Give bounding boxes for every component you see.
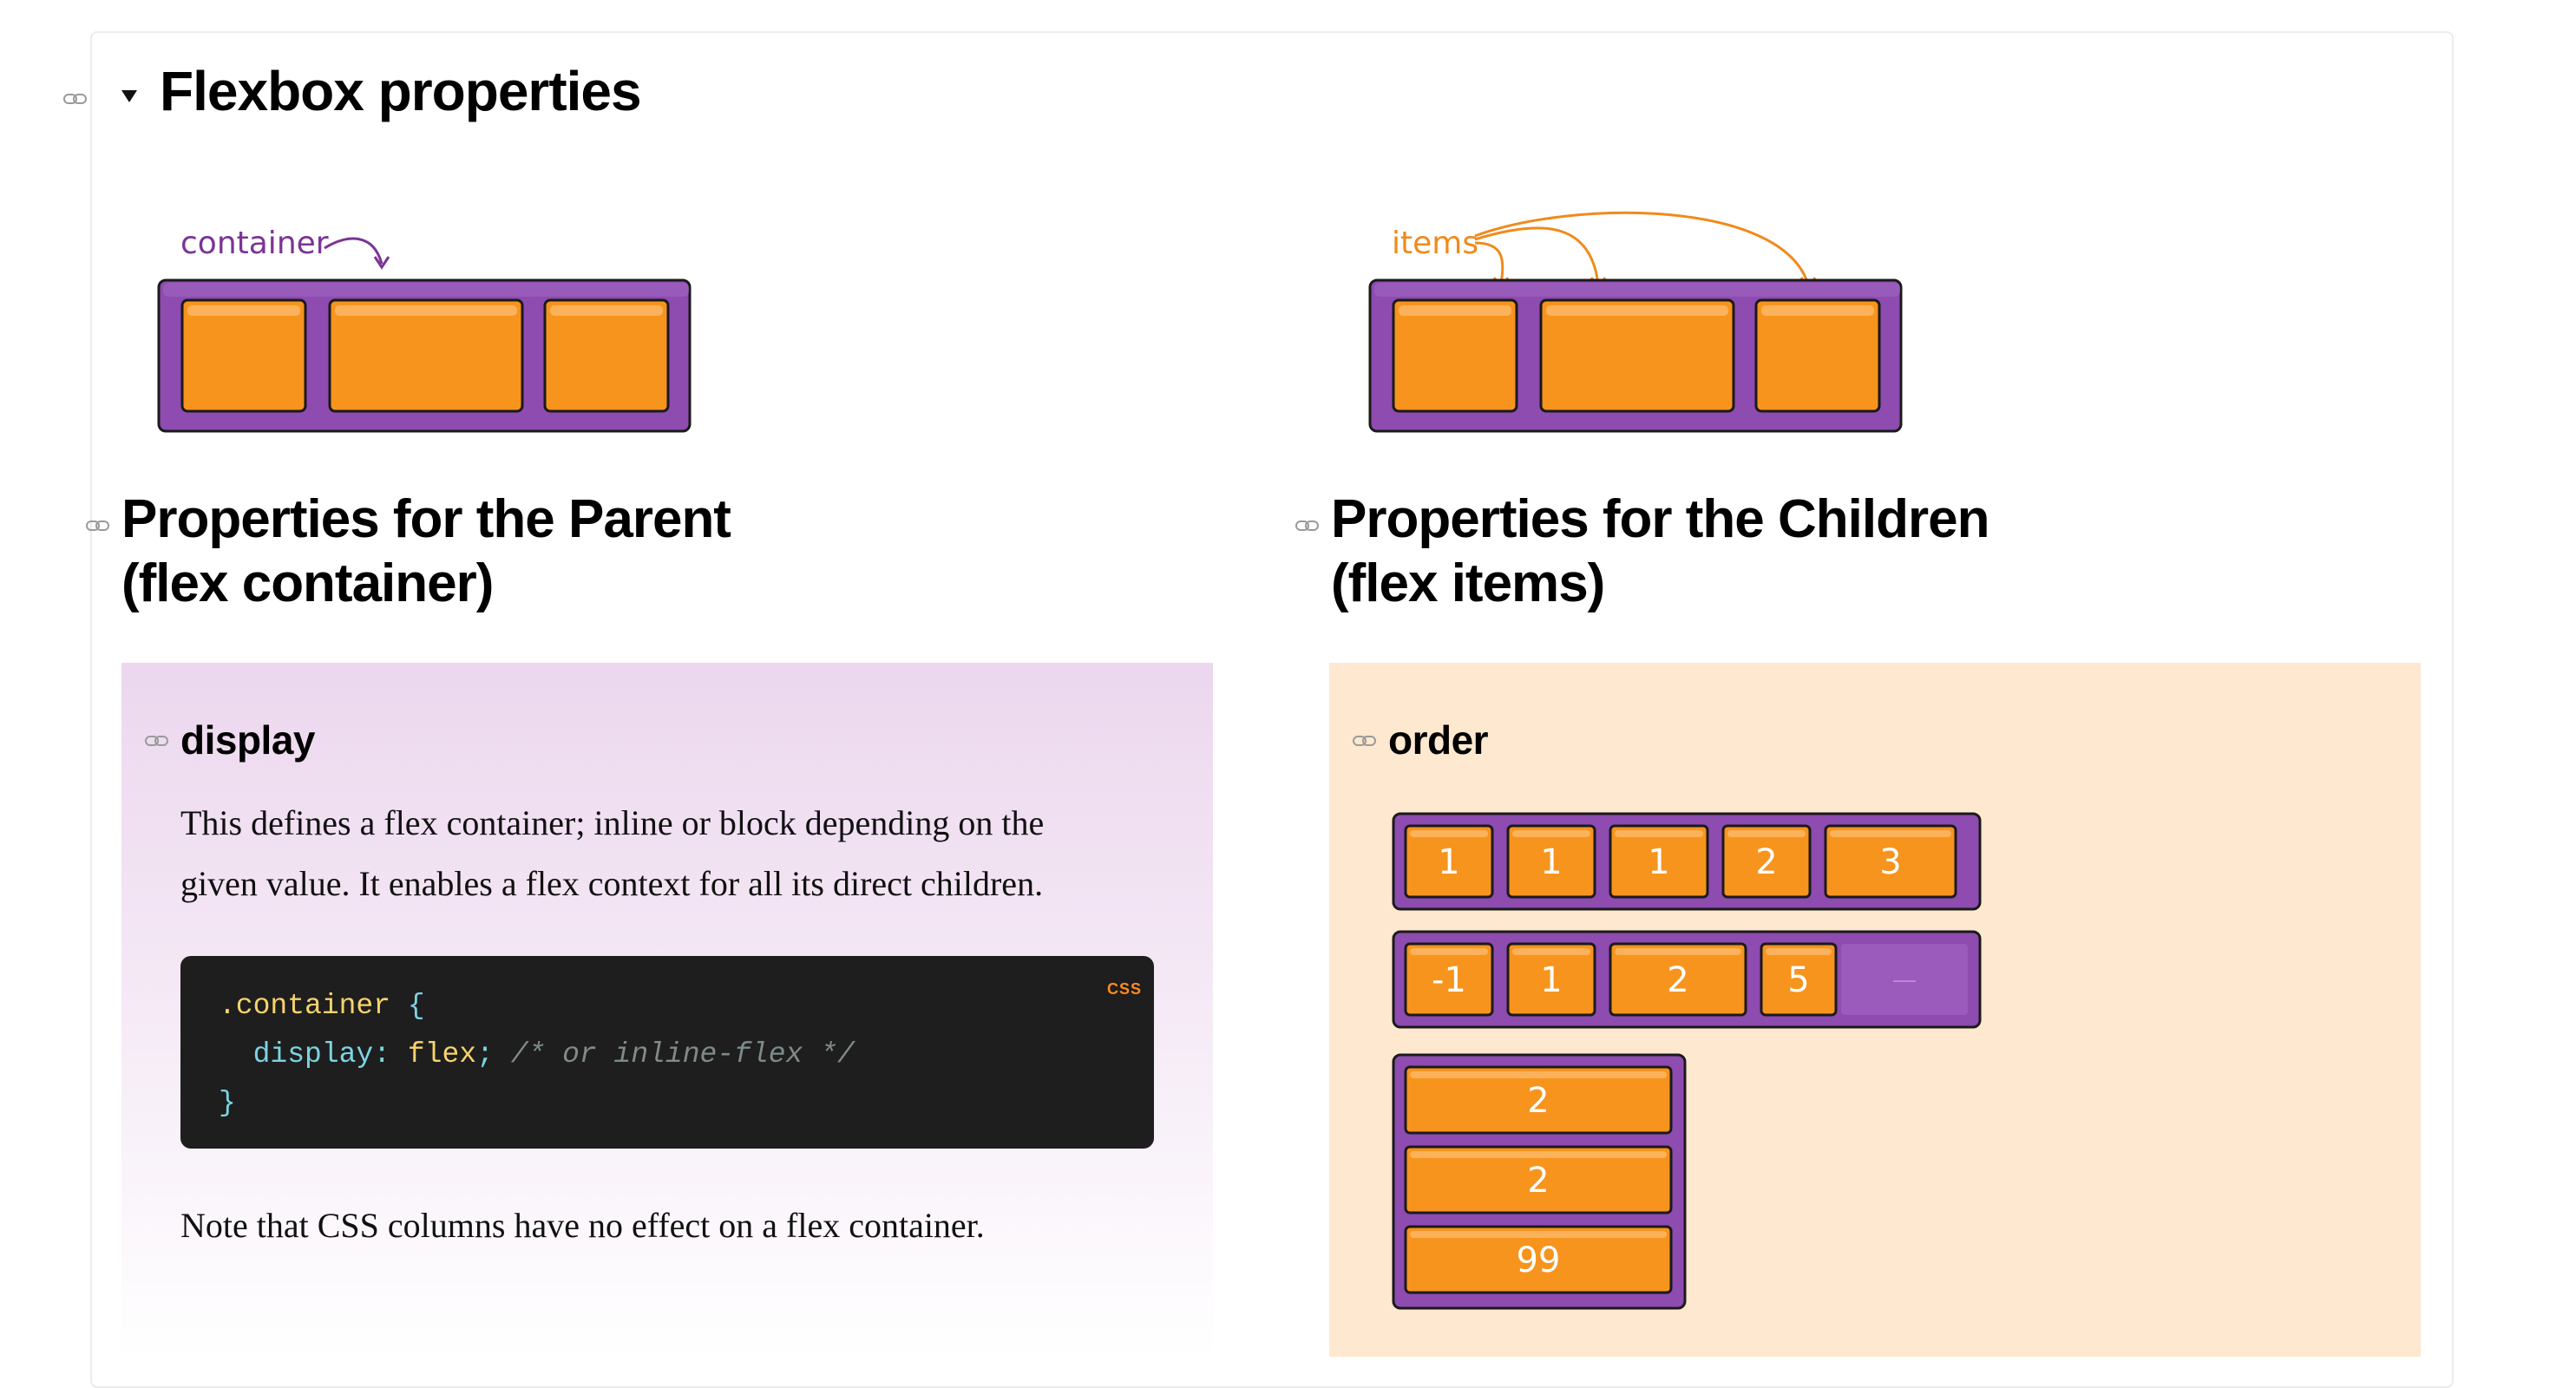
order-row1-item-label: 3 (1879, 842, 1901, 882)
display-description: This defines a flex container; inline or… (180, 793, 1178, 914)
order-row1-item-highlight (1615, 830, 1703, 837)
parent-properties-heading: Properties for the Parent (flex containe… (121, 488, 731, 616)
code-selector: .container (219, 990, 391, 1022)
link-icon[interactable] (144, 732, 170, 750)
container-arrow-icon (324, 237, 390, 270)
section-title[interactable]: Flexbox properties (121, 59, 642, 123)
display-note: Note that CSS columns have no effect on … (180, 1206, 985, 1245)
order-column-item-highlight (1410, 1231, 1667, 1238)
container-label: container (180, 226, 329, 261)
order-row2-item-label: 5 (1787, 960, 1809, 1000)
order-row2-item-highlight (1512, 948, 1590, 955)
code-comment: /* or inline-flex */ (510, 1038, 855, 1070)
display-heading: display (180, 717, 316, 763)
code-language-badge: CSS (1106, 980, 1142, 998)
order-panel: order 1 1 1 2 3 -1 1 2 5 2 2 99 (1329, 663, 2421, 1357)
link-icon[interactable] (62, 90, 88, 108)
code-close-brace: } (219, 1087, 236, 1119)
children-heading-line2: (flex items) (1331, 553, 1605, 613)
order-heading: order (1388, 717, 1489, 763)
order-row2-empty-space (1841, 944, 1968, 1015)
code-colon: : (373, 1038, 391, 1070)
code-open-brace: { (407, 990, 425, 1022)
order-row2-item-label: 1 (1540, 960, 1562, 1000)
display-panel: display This defines a flex container; i… (121, 663, 1213, 1357)
code-property: display (252, 1038, 374, 1070)
order-row2-item-highlight (1615, 948, 1741, 955)
link-icon[interactable] (1352, 732, 1378, 750)
order-diagram: 1 1 1 2 3 -1 1 2 5 2 2 99 (1392, 812, 1982, 1310)
collapse-caret-icon[interactable] (121, 90, 137, 102)
display-code-block: CSS .container { display: flex; /* or in… (180, 956, 1154, 1149)
order-row1-item-highlight (1512, 830, 1590, 837)
display-description-line2: given value. It enables a flex context f… (180, 864, 1044, 903)
section-title-text: Flexbox properties (160, 60, 642, 122)
order-row2-item-highlight (1766, 948, 1832, 955)
children-properties-heading: Properties for the Children (flex items) (1331, 488, 1989, 616)
order-row2-item-label: -1 (1432, 960, 1466, 1000)
order-column-item-label: 2 (1527, 1081, 1549, 1121)
order-row1-item-highlight (1727, 830, 1806, 837)
link-icon[interactable] (85, 517, 111, 534)
order-row1-item-label: 1 (1540, 842, 1562, 882)
order-row1-item-highlight (1830, 830, 1951, 837)
display-description-line1: This defines a flex container; inline or… (180, 803, 1045, 842)
items-illustration: items (1367, 208, 1905, 442)
container-boxes (157, 278, 692, 433)
container-illustration: container (156, 226, 694, 442)
items-label: items (1392, 226, 1479, 261)
code-value: flex (407, 1038, 477, 1070)
code-semicolon: ; (476, 1038, 494, 1070)
order-column-item-label: 99 (1517, 1241, 1561, 1280)
order-row1-item-label: 1 (1648, 842, 1669, 882)
order-row1-item-label: 2 (1755, 842, 1777, 882)
order-row2-item-highlight (1410, 948, 1488, 955)
children-heading-line1: Properties for the Children (1331, 489, 1989, 549)
order-column-item-highlight (1410, 1151, 1667, 1158)
order-row2-item-label: 2 (1667, 960, 1688, 1000)
parent-heading-line1: Properties for the Parent (121, 489, 731, 549)
order-column-item-label: 2 (1527, 1161, 1549, 1201)
items-boxes (1368, 278, 1903, 433)
link-icon[interactable] (1295, 517, 1321, 534)
order-column-item-highlight (1410, 1071, 1667, 1078)
order-row1-item-highlight (1410, 830, 1488, 837)
parent-heading-line2: (flex container) (121, 553, 494, 613)
order-row1-item-label: 1 (1438, 842, 1459, 882)
